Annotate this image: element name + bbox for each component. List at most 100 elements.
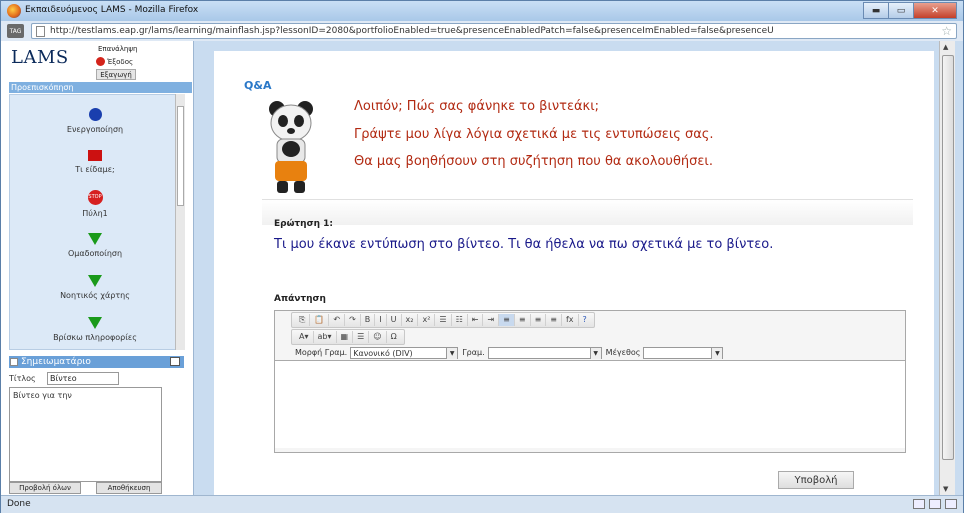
dropdown-arrow-icon: ▼ bbox=[589, 347, 601, 359]
step-label: Πύλη1 bbox=[82, 209, 108, 218]
lams-logo: LAMS bbox=[11, 47, 69, 68]
browser-window: Εκπαιδευόμενος LAMS - Mozilla Firefox ▬ … bbox=[0, 0, 964, 513]
page-content: LAMS Επανάληψη Έξοδος Εξαγωγή Προεπισκόπ… bbox=[1, 41, 963, 495]
square-icon bbox=[88, 150, 102, 161]
notebook-checkbox[interactable] bbox=[10, 358, 18, 366]
minimize-button[interactable]: ▬ bbox=[863, 2, 889, 19]
toolbar-button[interactable]: ☰ bbox=[435, 314, 452, 326]
circle-icon bbox=[88, 108, 102, 121]
close-button[interactable]: ✕ bbox=[913, 2, 957, 19]
maximize-icon[interactable] bbox=[170, 357, 180, 366]
intro-line: Λοιπόν; Πώς σας φάνηκε το βιντεάκι; bbox=[354, 99, 599, 114]
font-label: Γραμ. bbox=[462, 348, 485, 357]
toolbar-button[interactable]: ☺ bbox=[369, 331, 387, 343]
toolbar-button[interactable]: ⎘ bbox=[295, 314, 311, 326]
note-title-input[interactable]: Βίντεο bbox=[47, 372, 119, 385]
scroll-up-icon[interactable]: ▲ bbox=[943, 43, 948, 51]
save-note-button[interactable]: Αποθήκευση bbox=[96, 482, 162, 494]
toolbar-button[interactable]: fx bbox=[562, 314, 579, 326]
step-what-we-saw[interactable]: Τι είδαμε; bbox=[10, 150, 180, 174]
triangle-down-icon bbox=[88, 275, 102, 287]
monitor-icon[interactable] bbox=[913, 499, 925, 509]
question-label: Ερώτηση 1: bbox=[274, 219, 333, 229]
status-text: Done bbox=[7, 499, 31, 509]
step-find-info[interactable]: Βρίσκω πληροφορίες bbox=[10, 317, 180, 342]
export-button[interactable]: Εξαγωγή bbox=[96, 69, 136, 80]
bookmark-star-icon[interactable]: ☆ bbox=[941, 24, 952, 38]
toolbar-button[interactable]: ☷ bbox=[452, 314, 468, 326]
editor-toolbar-2: A▾ ab▾ ▦ ☰ ☺ Ω bbox=[291, 329, 405, 345]
step-activation[interactable]: Ενεργοποίηση bbox=[10, 108, 180, 134]
step-gate[interactable]: STOP Πύλη1 bbox=[10, 190, 180, 218]
main-scroll-thumb[interactable] bbox=[942, 55, 954, 460]
toolbar-button[interactable]: ≡ bbox=[499, 314, 515, 326]
toolbar-button[interactable]: 📋 bbox=[310, 314, 330, 326]
toolbar-button[interactable]: ≡ bbox=[515, 314, 531, 326]
view-all-button[interactable]: Προβολή όλων bbox=[9, 482, 81, 494]
note-textarea[interactable]: Βίντεο για την bbox=[9, 387, 162, 482]
grid-icon[interactable] bbox=[929, 499, 941, 509]
step-label: Τι είδαμε; bbox=[75, 165, 115, 174]
toolbar-button[interactable]: ≡ bbox=[546, 314, 562, 326]
toolbar-button[interactable]: B bbox=[361, 314, 376, 326]
main-scrollbar[interactable]: ▲ ▼ bbox=[939, 41, 955, 495]
scroll-down-icon[interactable]: ▼ bbox=[943, 485, 948, 493]
exit-button[interactable]: Έξοδος bbox=[96, 56, 136, 67]
question-text: Τι μου έκανε εντύπωση στο βίντεο. Τι θα … bbox=[274, 237, 774, 252]
lams-sidebar: LAMS Επανάληψη Έξοδος Εξαγωγή Προεπισκόπ… bbox=[1, 41, 194, 495]
tag-icon[interactable]: TAG bbox=[7, 24, 24, 38]
format-select[interactable]: Κανονικό (DIV) ▼ bbox=[350, 346, 459, 359]
preview-scroll-thumb[interactable] bbox=[177, 106, 184, 206]
answer-label: Απάντηση bbox=[274, 294, 326, 304]
toolbar-button[interactable]: I bbox=[375, 314, 387, 326]
exit-label: Έξοδος bbox=[107, 57, 134, 66]
url-text: http://testlams.eap.gr/lams/learning/mai… bbox=[50, 26, 774, 36]
repeat-button[interactable]: Επανάληψη bbox=[96, 43, 137, 54]
status-icons bbox=[913, 499, 957, 509]
step-label: Νοητικός χάρτης bbox=[60, 291, 130, 300]
exit-icon bbox=[96, 57, 105, 66]
rich-text-editor: ⎘ 📋 ↶ ↷ B I Ux₂ x² ☰ ☷ ⇤ ⇥ ≡ ≡ ≡ ≡ fx? A▾ ab▾ ▦ ☰ ☺ Ω Μορφή Γ… bbox=[274, 310, 906, 453]
submit-button[interactable]: Υποβολή bbox=[778, 471, 854, 489]
step-mind-map[interactable]: Νοητικός χάρτης bbox=[10, 275, 180, 300]
answer-input[interactable] bbox=[275, 360, 905, 448]
format-value: Κανονικό (DIV) bbox=[353, 348, 413, 358]
toolbar-button[interactable]: ↷ bbox=[345, 314, 361, 326]
notebook-header: Σημειωματάριο bbox=[9, 356, 184, 368]
format-label: Μορφή Γραμ. bbox=[295, 348, 348, 357]
intro-line: Θα μας βοηθήσουν στη συζήτηση που θα ακο… bbox=[354, 154, 713, 169]
note-title-label: Τίτλος bbox=[9, 374, 36, 383]
toolbar-button[interactable]: A▾ bbox=[295, 331, 314, 343]
toolbar-button[interactable]: x² bbox=[418, 314, 436, 326]
triangle-down-icon bbox=[88, 317, 102, 329]
activity-title: Q&A bbox=[244, 79, 272, 92]
toolbar-button[interactable]: Ω bbox=[387, 331, 401, 343]
toolbar-button[interactable]: x₂ bbox=[402, 314, 419, 326]
toolbar-button[interactable]: U bbox=[387, 314, 402, 326]
toolbar-button[interactable]: ⇤ bbox=[468, 314, 484, 326]
maximize-button[interactable]: ▭ bbox=[888, 2, 914, 19]
window-controls: ▬ ▭ ✕ bbox=[863, 2, 957, 19]
sequence-preview: Ενεργοποίηση Τι είδαμε; STOP Πύλη1 Ομαδο… bbox=[9, 94, 184, 350]
title-bar: Εκπαιδευόμενος LAMS - Mozilla Firefox ▬ … bbox=[1, 1, 963, 21]
panda-mascot bbox=[269, 101, 313, 193]
mail-icon[interactable] bbox=[945, 499, 957, 509]
preview-header: Προεπισκόπηση bbox=[9, 82, 192, 93]
size-select[interactable]: ▼ bbox=[643, 346, 724, 359]
size-label: Μέγεθος bbox=[605, 348, 641, 357]
toolbar-button[interactable]: ? bbox=[579, 314, 591, 326]
toolbar-button[interactable]: ↶ bbox=[329, 314, 346, 326]
font-select[interactable]: ▼ bbox=[487, 346, 602, 359]
toolbar-button[interactable]: ≡ bbox=[531, 314, 547, 326]
section-divider bbox=[262, 199, 913, 225]
format-row: Μορφή Γραμ. Κανονικό (DIV) ▼ Γραμ. ▼ Μέγ… bbox=[291, 345, 724, 360]
toolbar-button[interactable]: ▦ bbox=[337, 331, 354, 343]
toolbar-button[interactable]: ab▾ bbox=[314, 331, 337, 343]
url-input[interactable]: http://testlams.eap.gr/lams/learning/mai… bbox=[31, 23, 957, 39]
toolbar-button[interactable]: ⇥ bbox=[483, 314, 500, 326]
triangle-down-icon bbox=[88, 233, 102, 245]
toolbar-button[interactable]: ☰ bbox=[353, 331, 370, 343]
step-grouping[interactable]: Ομαδοποίηση bbox=[10, 233, 180, 258]
preview-scrollbar[interactable] bbox=[175, 94, 185, 350]
status-bar: Done bbox=[1, 495, 963, 513]
